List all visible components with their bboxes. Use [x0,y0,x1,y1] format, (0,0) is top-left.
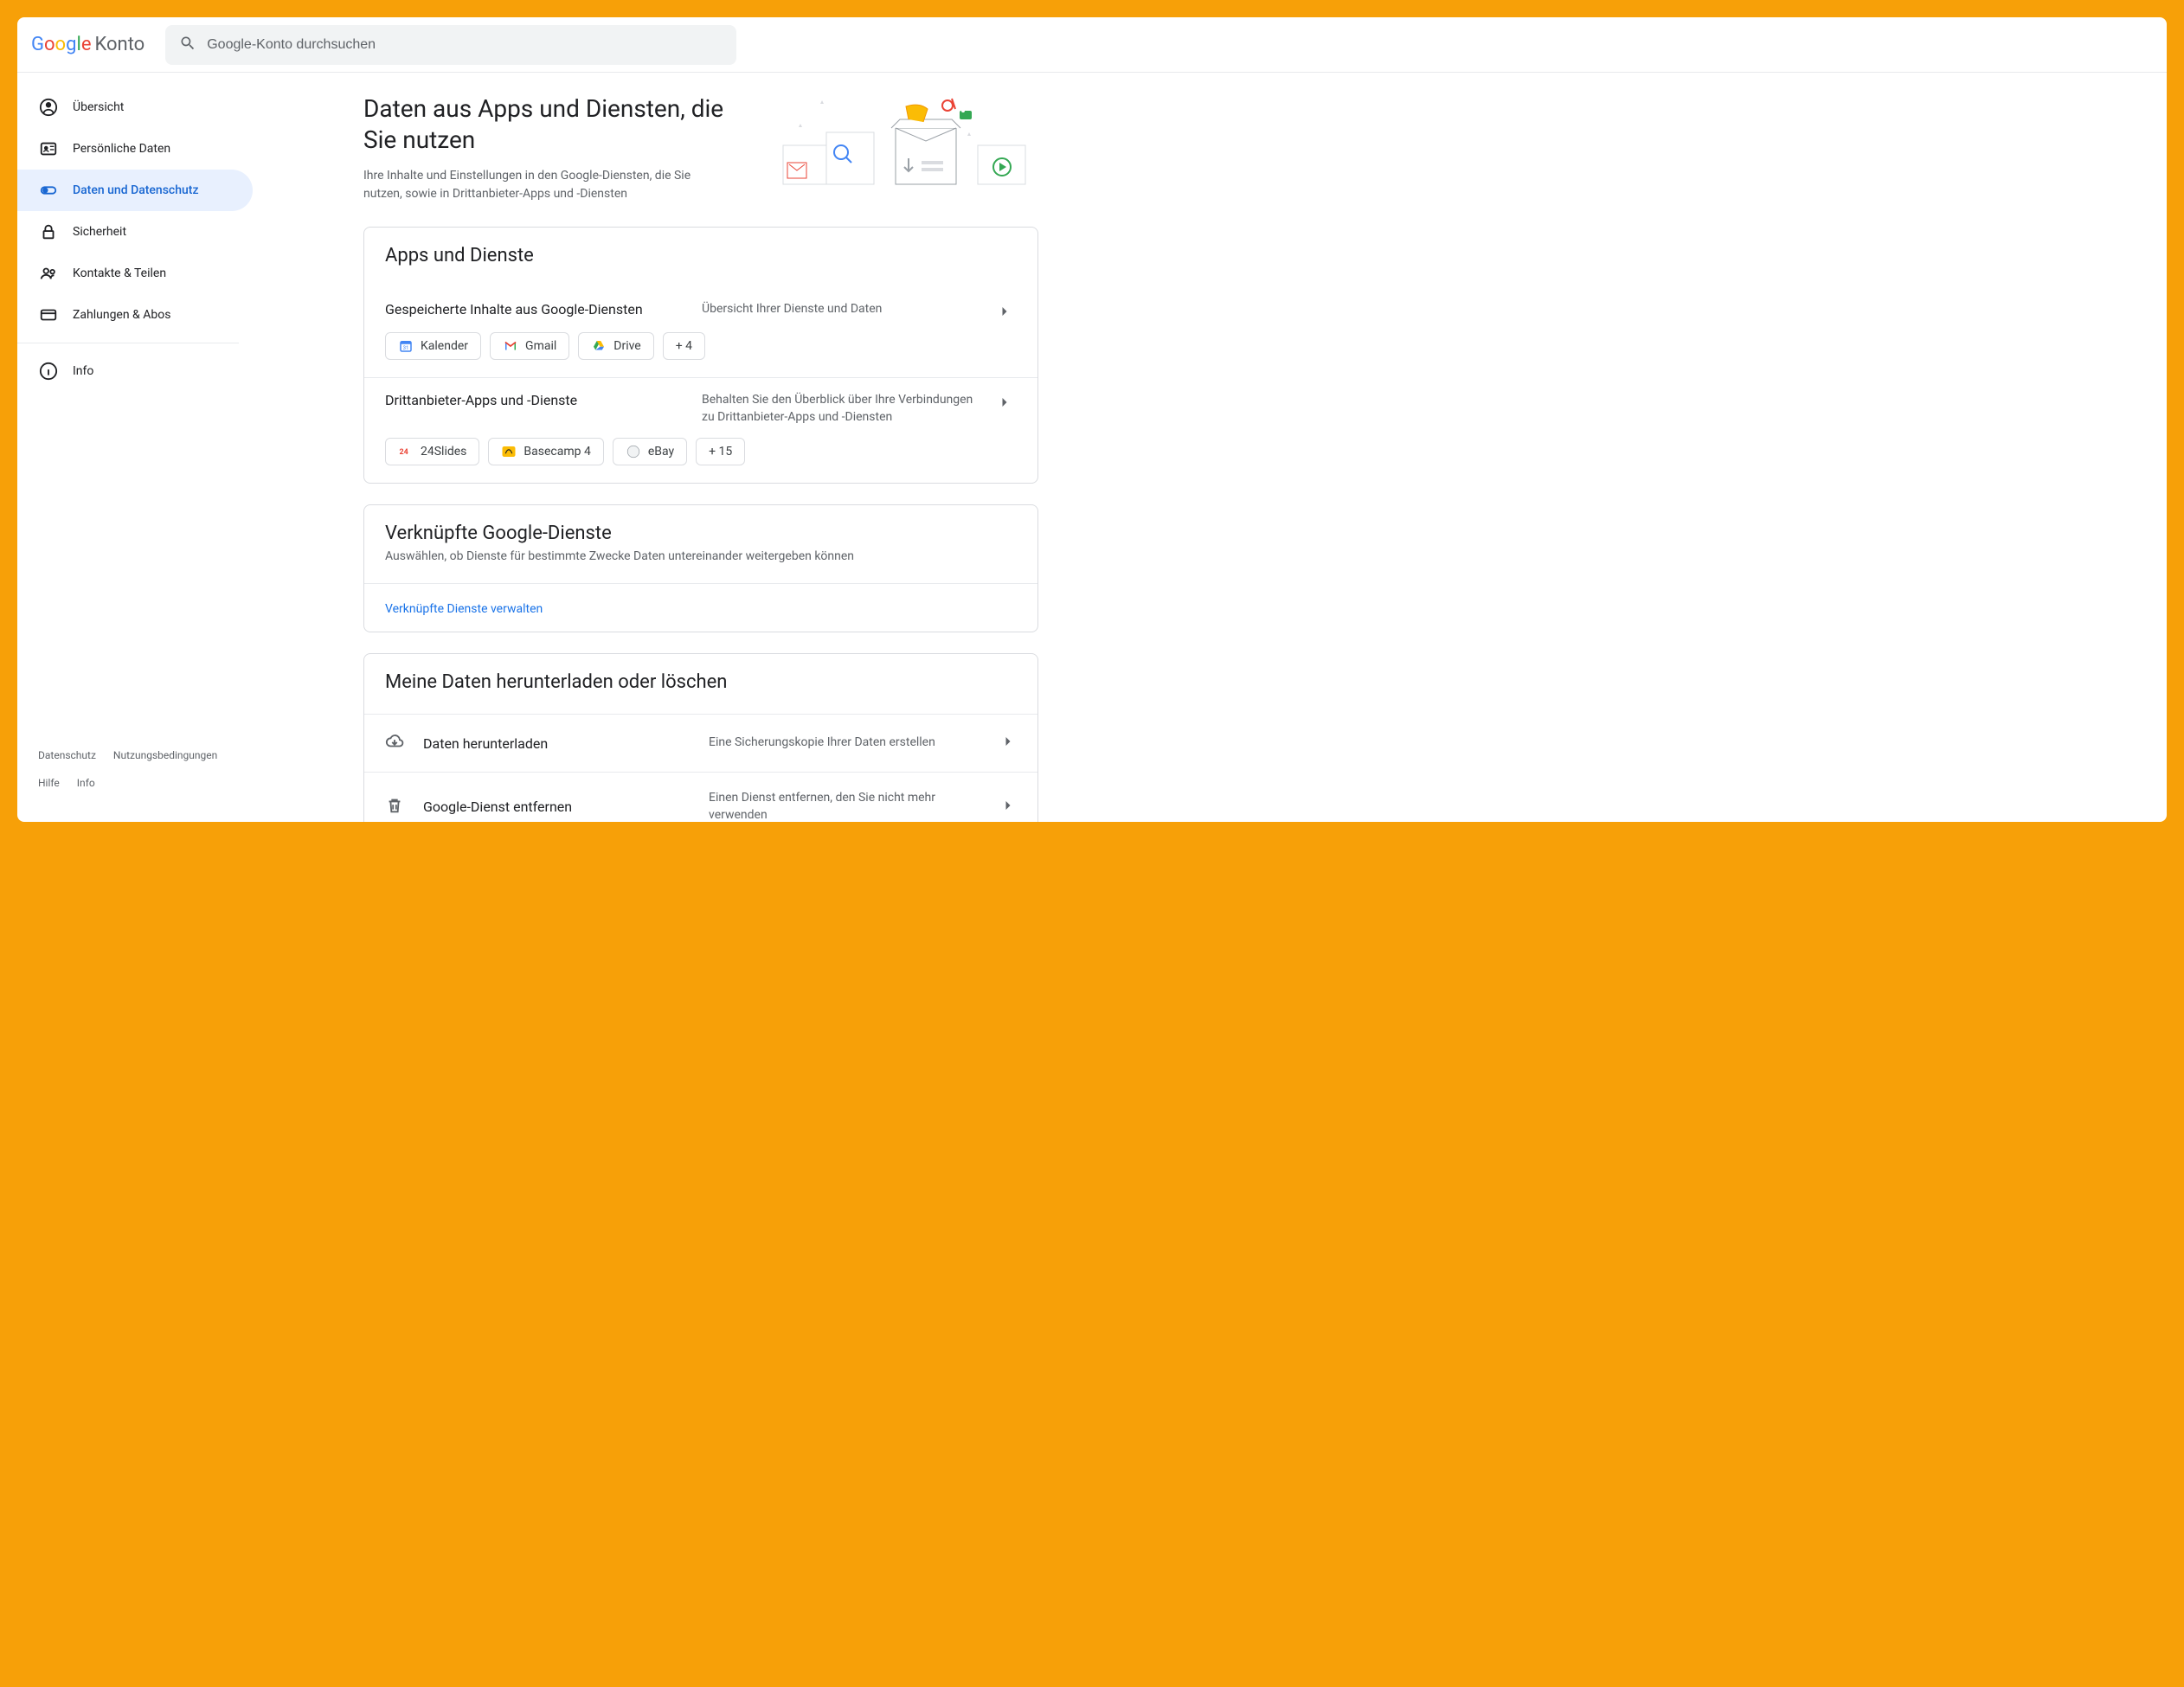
card-title: Meine Daten herunterladen oder löschen [385,671,1017,693]
sidebar-item-info[interactable]: Info [17,350,253,392]
chevron-right-icon [999,797,1017,818]
sidebar-item-label: Kontakte & Teilen [73,266,166,280]
people-icon [38,263,59,284]
svg-text:24: 24 [400,448,408,457]
lock-icon [38,221,59,242]
sidebar-item-payments[interactable]: Zahlungen & Abos [17,294,253,336]
chip-label: + 4 [676,339,692,353]
sidebar-item-overview[interactable]: Übersicht [17,87,253,128]
footer-info-link[interactable]: Info [77,777,95,789]
card-title: Apps und Dienste [385,245,1017,266]
logo-product: Konto [94,34,145,55]
google-chips: 31 Kalender Gmail Drive + 4 [364,320,1037,378]
ebay-icon [626,444,641,459]
page-title: Daten aus Apps und Diensten, die Sie nut… [363,93,758,157]
action-title: Daten herunterladen [423,735,691,752]
chip-24slides[interactable]: 24 24Slides [385,438,479,465]
user-circle-icon [38,97,59,118]
sidebar-item-label: Übersicht [73,100,124,114]
row-google-services[interactable]: Gespeicherte Inhalte aus Google-Diensten… [364,287,1037,320]
manage-linked-services-link[interactable]: Verknüpfte Dienste verwalten [385,602,543,616]
trash-icon [385,796,406,818]
svg-text:31: 31 [403,345,409,351]
row-desc: Behalten Sie den Überblick über Ihre Ver… [702,392,982,426]
id-card-icon [38,138,59,159]
toggle-icon [38,180,59,201]
chip-label: eBay [648,445,674,459]
info-icon [38,361,59,382]
sidebar-item-data-privacy[interactable]: Daten und Datenschutz [17,170,253,211]
third-party-chips: 24 24Slides Basecamp 4 eBay + 15 [364,426,1037,483]
sidebar-item-contacts[interactable]: Kontakte & Teilen [17,253,253,294]
sidebar-item-label: Persönliche Daten [73,142,170,156]
chip-label: + 15 [709,445,732,459]
calendar-icon: 31 [398,338,414,354]
card-icon [38,305,59,325]
basecamp-icon [501,444,517,459]
chip-basecamp[interactable]: Basecamp 4 [488,438,603,465]
chip-third-more[interactable]: + 15 [696,438,745,465]
sidebar: Übersicht Persönliche Daten Daten und Da… [17,73,260,822]
card-linked-services: Verknüpfte Google-Dienste Auswählen, ob … [363,504,1038,632]
linked-services-link-row: Verknüpfte Dienste verwalten [364,583,1037,632]
card-download-delete: Meine Daten herunterladen oder löschen D… [363,653,1038,822]
sidebar-item-label: Info [73,364,93,378]
row-title: Gespeicherte Inhalte aus Google-Diensten [385,301,688,318]
chip-gmail[interactable]: Gmail [490,332,569,360]
app-window: Google Konto Übersicht Persönliche Daten [17,17,2167,822]
main-content: Daten aus Apps und Diensten, die Sie nut… [260,73,2167,822]
cloud-download-icon [385,732,406,754]
page-subtitle: Ihre Inhalte und Einstellungen in den Go… [363,167,727,203]
sidebar-footer: Datenschutz Nutzungsbedingungen Hilfe In… [17,735,260,822]
action-desc: Eine Sicherungskopie Ihrer Daten erstell… [709,734,982,752]
row-third-party[interactable]: Drittanbieter-Apps und -Dienste Behalten… [364,378,1037,426]
chevron-right-icon [999,733,1017,754]
row-title: Drittanbieter-Apps und -Dienste [385,392,688,408]
hero: Daten aus Apps und Diensten, die Sie nut… [363,93,1038,206]
card-apps-services: Apps und Dienste Gespeicherte Inhalte au… [363,227,1038,484]
row-desc: Übersicht Ihrer Dienste und Daten [702,301,982,318]
action-title: Google-Dienst entfernen [423,799,691,815]
chip-drive[interactable]: Drive [578,332,653,360]
footer-privacy-link[interactable]: Datenschutz [38,749,96,761]
row-download-data[interactable]: Daten herunterladen Eine Sicherungskopie… [364,715,1037,772]
24slides-icon: 24 [398,444,414,459]
topbar: Google Konto [17,17,2167,73]
chip-ebay[interactable]: eBay [613,438,687,465]
search-icon [179,35,196,55]
sidebar-item-label: Daten und Datenschutz [73,183,199,197]
sidebar-item-security[interactable]: Sicherheit [17,211,253,253]
card-title: Verknüpfte Google-Dienste [385,523,1017,544]
gmail-icon [503,338,518,354]
sidebar-item-personal[interactable]: Persönliche Daten [17,128,253,170]
sidebar-item-label: Sicherheit [73,225,126,239]
drive-icon [591,338,607,354]
chevron-right-icon [996,392,1017,411]
card-subtitle: Auswählen, ob Dienste für bestimmte Zwec… [385,548,1017,566]
chip-label: Kalender [421,339,468,353]
chip-label: 24Slides [421,445,466,459]
hero-illustration [779,93,1038,206]
footer-terms-link[interactable]: Nutzungsbedingungen [113,749,217,761]
chip-google-more[interactable]: + 4 [663,332,705,360]
action-desc: Einen Dienst entfernen, den Sie nicht me… [709,790,982,822]
search-input[interactable] [207,37,723,53]
chip-label: Gmail [525,339,556,353]
footer-help-link[interactable]: Hilfe [38,777,60,789]
sidebar-item-label: Zahlungen & Abos [73,308,170,322]
chevron-right-icon [996,301,1017,320]
google-logo[interactable]: Google Konto [31,34,145,55]
search-bar[interactable] [165,25,736,65]
chip-kalender[interactable]: 31 Kalender [385,332,481,360]
row-remove-service[interactable]: Google-Dienst entfernen Einen Dienst ent… [364,772,1037,822]
chip-label: Drive [613,339,640,353]
chip-label: Basecamp 4 [524,445,590,459]
